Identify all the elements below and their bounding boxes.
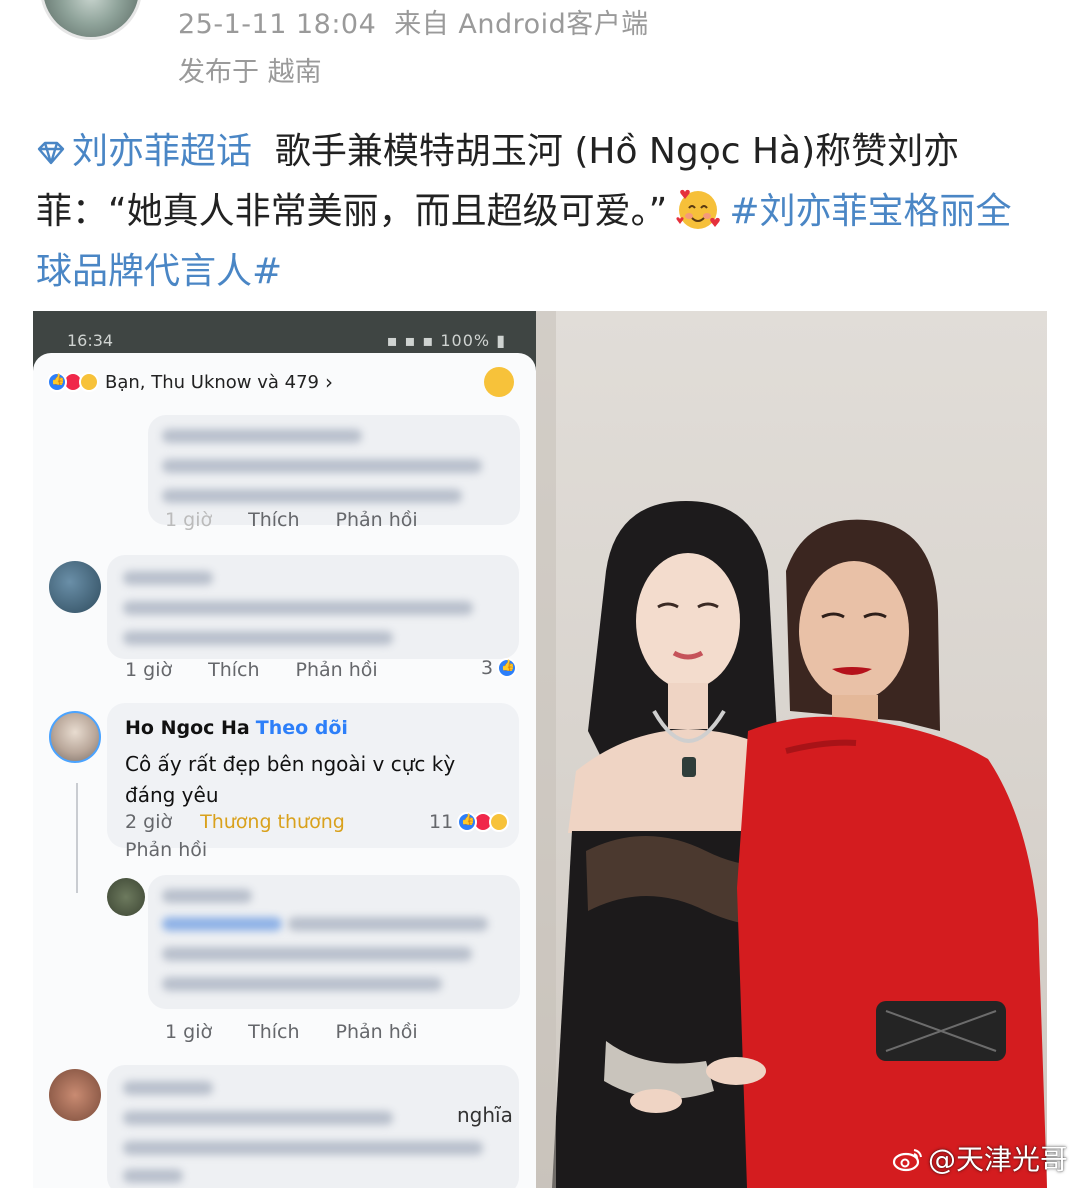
blurred-text — [123, 1111, 393, 1125]
battery-indicator: ▪ ▪ ▪ 100% ▮ — [386, 331, 506, 350]
comment-actions: 1 giờ Thích Phản hồi — [165, 509, 454, 531]
reaction-count-number: 3 — [481, 657, 494, 679]
comment-time: 1 giờ — [125, 659, 173, 681]
reply-link[interactable]: Phản hồi — [296, 659, 378, 681]
blurred-text — [123, 1141, 483, 1155]
comment-actions: 1 giờ Thích Phản hồi — [165, 1021, 454, 1043]
commenter-avatar[interactable] — [107, 878, 145, 916]
smiling-face-with-hearts-icon — [676, 189, 721, 229]
reaction-label[interactable]: Thương thương — [200, 811, 345, 833]
follow-link[interactable]: Theo dõi — [256, 717, 348, 739]
facebook-screenshot: 16:34 ▪ ▪ ▪ 100% ▮ Bạn, Thu Uknow và 479… — [33, 311, 536, 1188]
comment-text: Cô ấy rất đẹp bên ngoài v cực kỳ đáng yê… — [125, 752, 456, 807]
care-reaction-icon — [79, 372, 99, 392]
reply-link[interactable]: Phản hồi — [336, 1021, 418, 1043]
reactions-text: Bạn, Thu Uknow và 479 — [105, 371, 319, 393]
like-reaction-icon — [497, 658, 518, 678]
blurred-text — [288, 917, 488, 931]
status-time: 16:34 — [67, 331, 114, 350]
reply-link[interactable]: Phản hồi — [125, 839, 207, 861]
author-avatar[interactable] — [40, 0, 142, 40]
blurred-author — [123, 571, 213, 585]
comment-author: Ho Ngoc Ha Theo dõi — [125, 717, 348, 739]
super-topic-diamond-icon — [37, 141, 65, 165]
comment-time: 1 giờ — [165, 509, 213, 531]
blurred-text — [162, 429, 362, 443]
comment-bubble: nghĩa — [107, 1065, 519, 1188]
reaction-count-number: 11 — [429, 811, 454, 833]
blurred-author — [123, 1081, 213, 1095]
blurred-text — [123, 1169, 183, 1183]
topic-label: 刘亦菲超话 — [72, 131, 253, 172]
comment-actions: 1 giờ Thích Phản hồi — [125, 659, 414, 681]
like-link[interactable]: Thích — [208, 659, 259, 681]
blurred-text — [162, 947, 472, 961]
author-name[interactable]: Ho Ngoc Ha — [125, 717, 250, 739]
status-bar: 16:34 ▪ ▪ ▪ 100% ▮ — [33, 311, 536, 351]
blurred-text — [123, 601, 473, 615]
reaction-count[interactable]: 3 — [481, 657, 518, 679]
battery-percent: 100% — [440, 331, 491, 350]
weibo-watermark: @天津光哥 — [892, 1138, 1068, 1178]
blurred-text — [162, 459, 482, 473]
commenter-avatar[interactable] — [49, 1069, 101, 1121]
reaction-count[interactable]: 11 — [429, 811, 510, 833]
blurred-text — [123, 631, 393, 645]
post-meta: 25-1-11 18:04 来自 Android客户端 — [178, 2, 649, 41]
reply-link[interactable]: Phản hồi — [336, 509, 418, 531]
post-source: 来自 Android客户端 — [394, 9, 649, 40]
comment-time: 1 giờ — [165, 1021, 213, 1043]
watermark-text: @天津光哥 — [927, 1143, 1068, 1176]
post-body: 刘亦菲超话 歌手兼模特胡玉河 (Hồ Ngọc Hà)称赞刘亦菲：“她真人非常美… — [36, 122, 1046, 302]
reaction-icons — [47, 372, 99, 392]
post-timestamp: 25-1-11 18:04 — [178, 9, 377, 40]
chevron-right-icon: › — [325, 370, 333, 394]
weibo-logo-icon — [892, 1149, 922, 1172]
celebrity-photo — [536, 311, 1047, 1188]
like-reaction-icon — [457, 812, 478, 832]
comment-actions: 2 giờ Thương thương — [125, 811, 381, 833]
reactions-summary[interactable]: Bạn, Thu Uknow và 479 › — [47, 367, 333, 397]
comment-time: 2 giờ — [125, 811, 173, 833]
care-reaction-button-icon[interactable] — [484, 367, 514, 397]
blurred-text — [162, 977, 442, 991]
comment-bubble — [148, 875, 520, 1009]
ho-ngoc-ha-avatar[interactable] — [49, 711, 101, 763]
post-image[interactable]: 16:34 ▪ ▪ ▪ 100% ▮ Bạn, Thu Uknow và 479… — [33, 311, 1047, 1188]
photo-illustration — [536, 311, 1047, 1188]
comment-sheet: Bạn, Thu Uknow và 479 › 1 giờ Thích Phản h… — [33, 353, 536, 1188]
commenter-avatar[interactable] — [49, 561, 101, 613]
blurred-author — [162, 889, 252, 903]
blurred-mention — [162, 917, 282, 931]
comment-fragment: nghĩa — [457, 1103, 513, 1127]
like-link[interactable]: Thích — [248, 1021, 299, 1043]
post-location: 发布于 越南 — [178, 57, 322, 88]
comment-bubble — [107, 555, 519, 659]
topic-link[interactable]: 刘亦菲超话 — [36, 131, 252, 172]
care-reaction-icon — [489, 812, 510, 832]
thread-line — [76, 783, 78, 893]
blurred-text — [162, 489, 462, 503]
like-link[interactable]: Thích — [248, 509, 299, 531]
like-reaction-icon — [47, 372, 67, 392]
